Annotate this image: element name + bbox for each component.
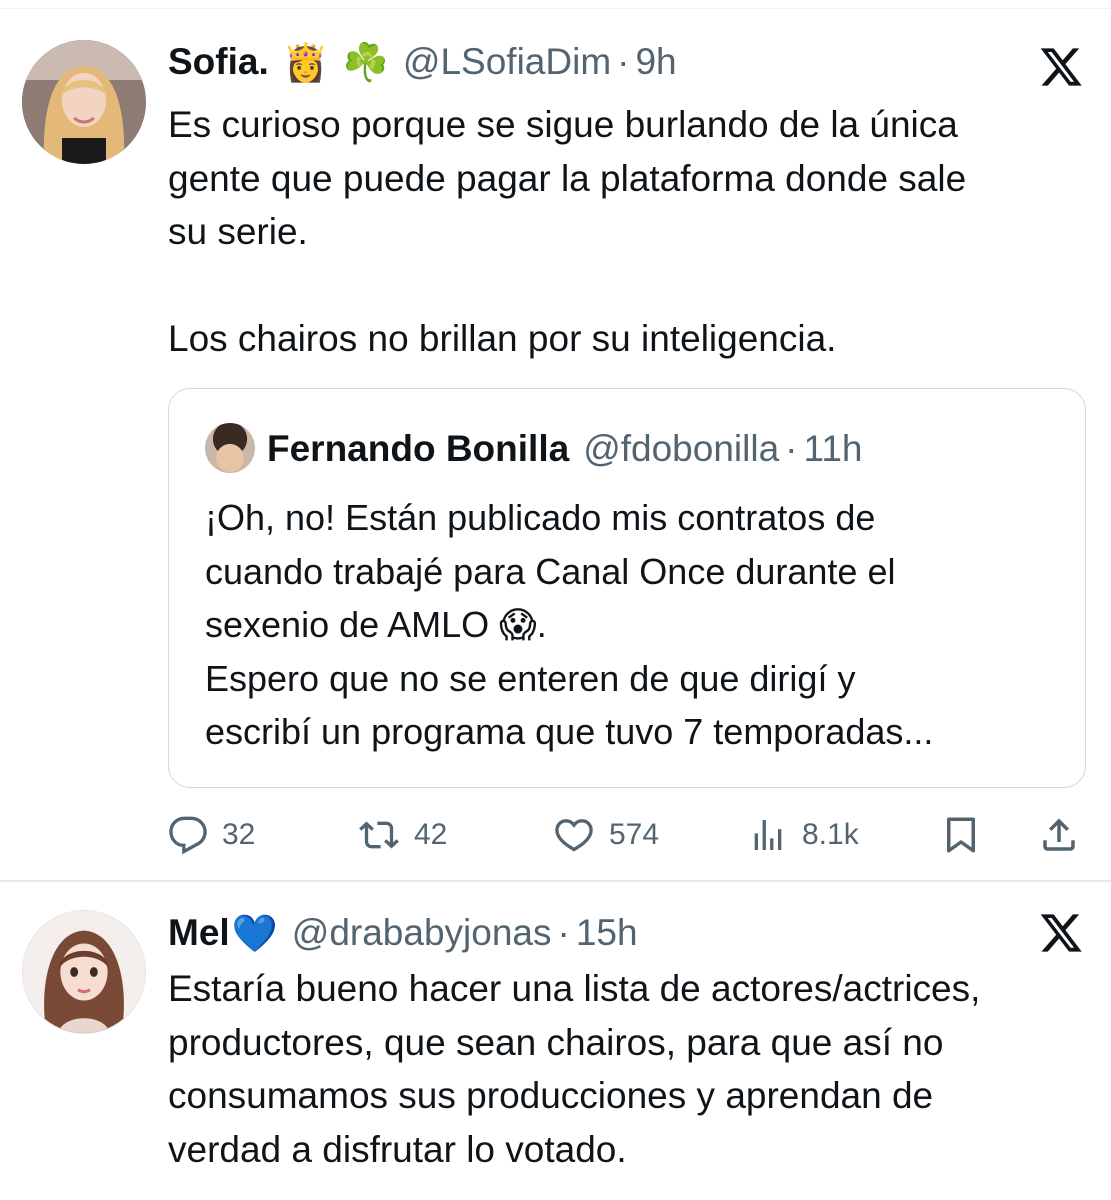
separator-dot: · [557,912,570,953]
top-divider [0,8,1111,9]
x-logo-icon [1038,44,1084,90]
like-icon [555,819,593,852]
tweet-text: Es curioso porque se sigue burlando de l… [168,104,967,359]
timestamp[interactable]: 9h [635,41,676,83]
quoted-timestamp[interactable]: 11h [803,428,862,470]
action-bar: 32 42 574 8.1k [168,800,1088,870]
reply-count: 32 [222,818,256,851]
share-icon [1043,818,1075,851]
tweet-text: Estaría bueno hacer una lista de actores… [168,968,981,1170]
separator-dot: · [617,41,630,82]
share-button[interactable] [1038,800,1080,870]
views-icon [754,820,782,850]
tweet-header: Sofia. 👸 ☘️ @LSofiaDim · 9h [168,37,677,87]
display-name[interactable]: Mel [168,912,230,954]
tweet-mel[interactable]: Mel 💙 @drababyjonas · 15h Estaría bueno … [0,882,1111,1200]
like-button[interactable]: 574 [553,800,659,870]
views-button[interactable]: 8.1k [748,800,859,870]
repost-button[interactable]: 42 [358,800,447,870]
tweet-header: Mel 💙 @drababyjonas · 15h [168,908,638,958]
crown-emoji-badge: 👸 [282,41,329,83]
quoted-avatar[interactable] [205,423,255,473]
tweet-sofia[interactable]: Sofia. 👸 ☘️ @LSofiaDim · 9h Es curioso p… [0,10,1111,880]
reply-button[interactable]: 32 [168,800,255,870]
quoted-text: ¡Oh, no! Están publicado mis contratos d… [205,497,934,752]
display-name[interactable]: Sofia. [168,41,269,83]
avatar[interactable] [22,910,146,1034]
repost-count: 42 [414,818,448,851]
quoted-tweet[interactable]: Fernando Bonilla @fdobonilla · 11h ¡Oh, … [168,388,1086,788]
quoted-display-name[interactable]: Fernando Bonilla [267,428,569,470]
quoted-handle[interactable]: @fdobonilla [583,428,779,470]
bookmark-icon [947,817,975,853]
view-count: 8.1k [802,818,859,851]
bookmark-button[interactable] [940,800,982,870]
timestamp[interactable]: 15h [576,912,638,954]
like-count: 574 [609,818,660,851]
x-logo-icon [1038,910,1084,956]
separator-dot: · [785,428,798,469]
user-handle[interactable]: @LSofiaDim [403,41,611,83]
quoted-header: Fernando Bonilla @fdobonilla · 11h [267,425,862,473]
avatar[interactable] [22,40,146,164]
repost-icon [359,821,399,849]
user-handle[interactable]: @drababyjonas [292,912,552,954]
reply-icon [169,816,207,855]
shamrock-emoji-badge: ☘️ [342,41,389,83]
blue-heart-emoji-badge: 💙 [231,912,278,954]
